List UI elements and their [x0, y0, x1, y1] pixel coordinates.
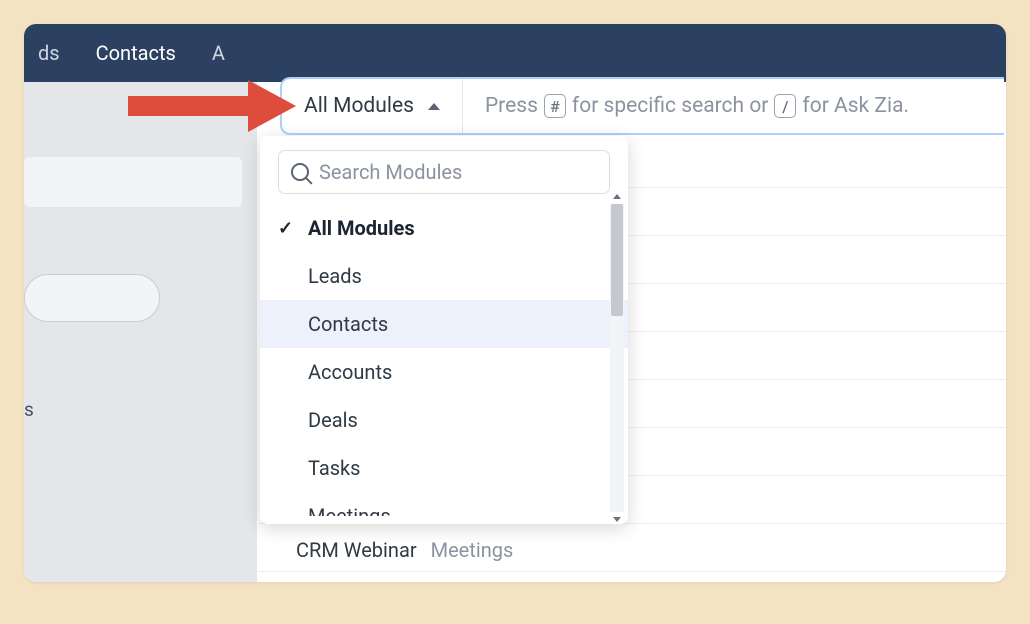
hint-prefix: Press [485, 94, 538, 118]
scroll-up-icon[interactable] [613, 194, 621, 199]
dropdown-item-accounts[interactable]: Accounts [260, 348, 628, 396]
dropdown-item-label: Deals [308, 408, 358, 432]
dropdown-item-label: Contacts [308, 312, 388, 336]
dropdown-item-all-modules[interactable]: ✓ All Modules [260, 204, 628, 252]
dropdown-item-label: Tasks [308, 456, 361, 480]
nav-item-accounts[interactable]: A [208, 25, 229, 81]
top-nav: ds Contacts A [24, 24, 1006, 82]
module-dropdown-list: ✓ All Modules Leads Contacts Accounts De… [260, 204, 628, 516]
module-selector-label: All Modules [304, 94, 414, 118]
dropdown-item-label: Leads [308, 264, 362, 288]
check-icon: ✓ [278, 218, 293, 239]
dropdown-scrollbar[interactable] [610, 204, 624, 512]
search-icon [291, 163, 309, 181]
dropdown-item-meetings[interactable]: Meetings [260, 492, 628, 516]
dropdown-item-label: Accounts [308, 360, 392, 384]
dropdown-item-label: All Modules [308, 216, 415, 240]
left-chip[interactable] [24, 274, 160, 322]
result-title: CRM Webinar [296, 538, 417, 562]
result-module: Meetings [431, 538, 514, 562]
dropdown-item-contacts[interactable]: Contacts [260, 300, 628, 348]
module-selector[interactable]: All Modules [282, 79, 463, 133]
keycap-hash-icon: # [544, 94, 566, 118]
left-partial-text: s [24, 398, 34, 421]
dropdown-item-label: Meetings [308, 504, 391, 516]
nav-item-leads[interactable]: ds [34, 25, 64, 81]
scrollbar-thumb[interactable] [611, 204, 623, 316]
left-panel: s [24, 82, 257, 582]
scroll-down-icon[interactable] [613, 517, 621, 522]
app-window: ds Contacts A s All Modules Press # for … [24, 24, 1006, 582]
search-input[interactable]: Press # for specific search or / for Ask… [463, 94, 909, 118]
module-dropdown: Search Modules ✓ All Modules Leads Conta… [260, 136, 628, 524]
dropdown-item-deals[interactable]: Deals [260, 396, 628, 444]
hint-mid: for specific search or [572, 94, 769, 118]
dropdown-item-leads[interactable]: Leads [260, 252, 628, 300]
dropdown-item-tasks[interactable]: Tasks [260, 444, 628, 492]
search-result-row[interactable]: CRM Webinar Meetings [296, 538, 513, 562]
hint-suffix: for Ask Zia. [802, 94, 909, 118]
left-filter-bar[interactable] [24, 157, 242, 207]
global-search-bar: All Modules Press # for specific search … [280, 77, 1004, 135]
module-search-placeholder: Search Modules [319, 160, 462, 184]
nav-item-contacts[interactable]: Contacts [92, 25, 180, 81]
keycap-slash-icon: / [774, 94, 796, 118]
module-search-input[interactable]: Search Modules [278, 150, 610, 194]
caret-up-icon [428, 103, 440, 110]
